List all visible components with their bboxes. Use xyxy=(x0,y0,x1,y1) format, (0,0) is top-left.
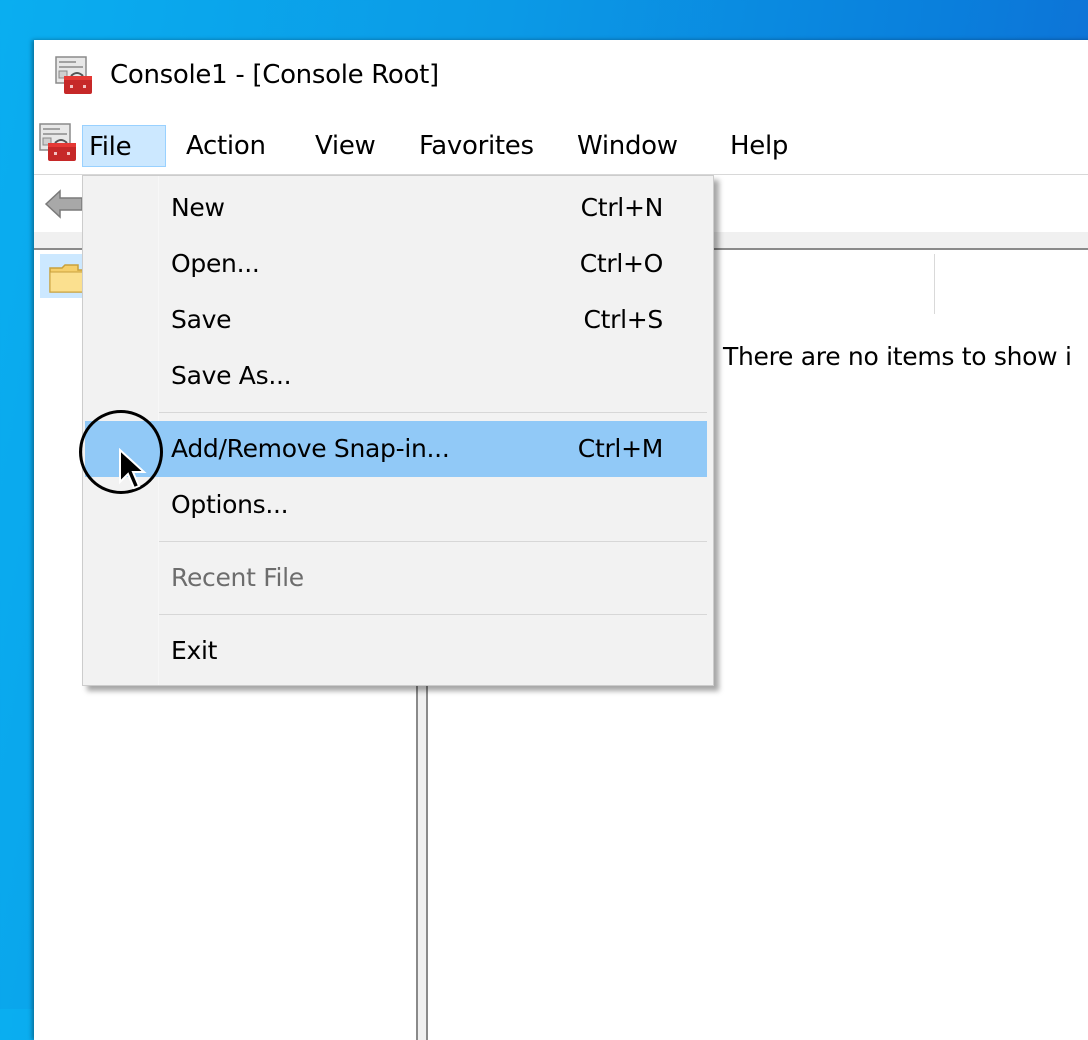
menu-view[interactable]: View xyxy=(309,125,382,167)
title-bar: Console1 - [Console Root] xyxy=(34,40,1088,116)
menu-item-label: Add/Remove Snap-in... xyxy=(171,434,450,463)
menu-separator xyxy=(159,412,707,413)
menu-help[interactable]: Help xyxy=(724,125,794,167)
menu-item-shortcut: Ctrl+N xyxy=(580,193,664,222)
menu-item-shortcut: Ctrl+M xyxy=(577,434,664,463)
menu-item-options[interactable]: Options... xyxy=(85,477,707,533)
file-menu-dropdown: New Ctrl+N Open... Ctrl+O Save Ctrl+S Sa… xyxy=(82,175,714,686)
menu-separator xyxy=(159,614,707,615)
mmc-console-icon xyxy=(55,56,92,94)
menu-item-shortcut: Ctrl+S xyxy=(583,305,664,334)
menu-separator xyxy=(159,541,707,542)
menu-item-new[interactable]: New Ctrl+N xyxy=(85,180,707,236)
menu-item-label: Save xyxy=(171,305,232,334)
menu-item-label: Recent File xyxy=(171,563,304,592)
back-arrow-icon[interactable] xyxy=(44,189,84,219)
column-header-divider[interactable] xyxy=(934,254,935,314)
menu-window[interactable]: Window xyxy=(571,125,684,167)
mouse-pointer-icon xyxy=(119,448,147,490)
menu-item-save-as[interactable]: Save As... xyxy=(85,348,707,404)
menu-item-label: New xyxy=(171,193,225,222)
menu-item-open[interactable]: Open... Ctrl+O xyxy=(85,236,707,292)
window-title: Console1 - [Console Root] xyxy=(110,60,439,90)
menu-favorites[interactable]: Favorites xyxy=(413,125,540,167)
menu-item-label: Options... xyxy=(171,490,289,519)
menu-item-recent-file: Recent File xyxy=(85,550,707,606)
menu-item-save[interactable]: Save Ctrl+S xyxy=(85,292,707,348)
menu-item-exit[interactable]: Exit xyxy=(85,623,707,679)
menu-file[interactable]: File xyxy=(82,125,166,167)
menu-item-shortcut: Ctrl+O xyxy=(579,249,664,278)
menu-item-label: Exit xyxy=(171,636,218,665)
menu-item-label: Open... xyxy=(171,249,260,278)
menu-action[interactable]: Action xyxy=(180,125,272,167)
mmc-console-icon[interactable] xyxy=(38,123,80,163)
menu-item-label: Save As... xyxy=(171,361,292,390)
menu-bar: File Action View Favorites Window Help xyxy=(34,120,1088,174)
empty-list-message: There are no items to show i xyxy=(723,342,1072,371)
menu-item-add-remove-snap-in[interactable]: Add/Remove Snap-in... Ctrl+M xyxy=(85,421,707,477)
